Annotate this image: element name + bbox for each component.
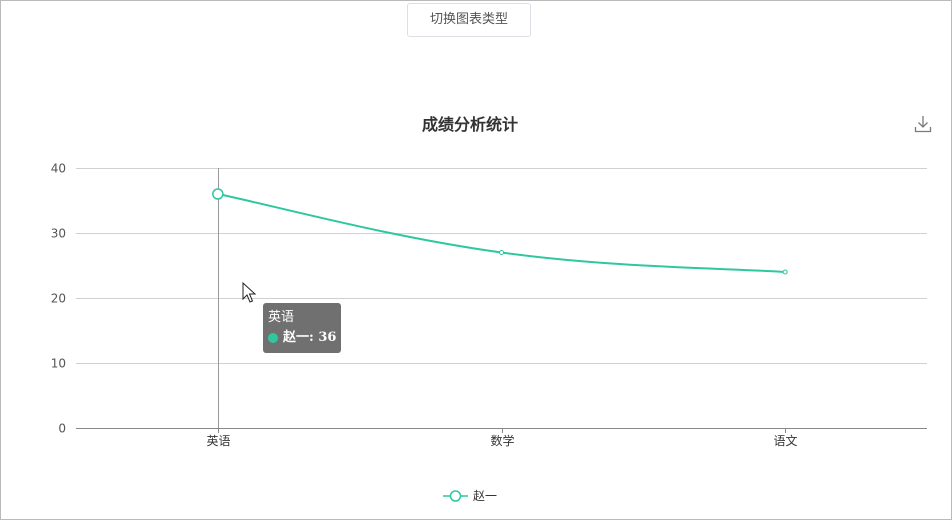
x-tick-label: 语文 [773, 433, 797, 448]
line-chart: 010203040英语 数学 语文 [51, 162, 927, 448]
y-tick-label: 40 [51, 162, 66, 176]
download-icon[interactable] [913, 114, 933, 134]
tooltip-row: 赵一: 36 [268, 328, 336, 348]
chart-panel: 0 10 20 30 40 英语 数学 语文 切换图表类型 成绩分析统计 英语 赵一: 36 … [0, 0, 952, 520]
tooltip-series-dot [268, 333, 278, 343]
x-tick-label: 英语 [206, 434, 230, 448]
y-tick-label: 20 [51, 292, 66, 306]
arrow-cursor-icon [242, 282, 257, 303]
tooltip-value: 赵一: 36 [283, 330, 337, 345]
switch-chart-type-button[interactable]: 切换图表类型 [407, 3, 531, 37]
y-tick-label: 10 [51, 357, 66, 371]
data-point [499, 250, 504, 255]
chart-tooltip: 英语 赵一: 36 [263, 303, 342, 353]
legend-item-series[interactable]: 赵一 [442, 487, 497, 504]
legend-line-circle-icon [442, 489, 468, 502]
y-tick-label: 0 [58, 422, 66, 436]
chart-legend: 赵一 [1, 487, 939, 504]
chart-title: 成绩分析统计 [421, 115, 518, 134]
x-tick-label: 数学 [490, 433, 514, 448]
tooltip-category: 英语 [268, 310, 295, 325]
y-tick-label: 30 [51, 227, 66, 241]
legend-label: 赵一 [472, 489, 497, 503]
data-point [212, 188, 224, 200]
data-point [782, 269, 788, 275]
